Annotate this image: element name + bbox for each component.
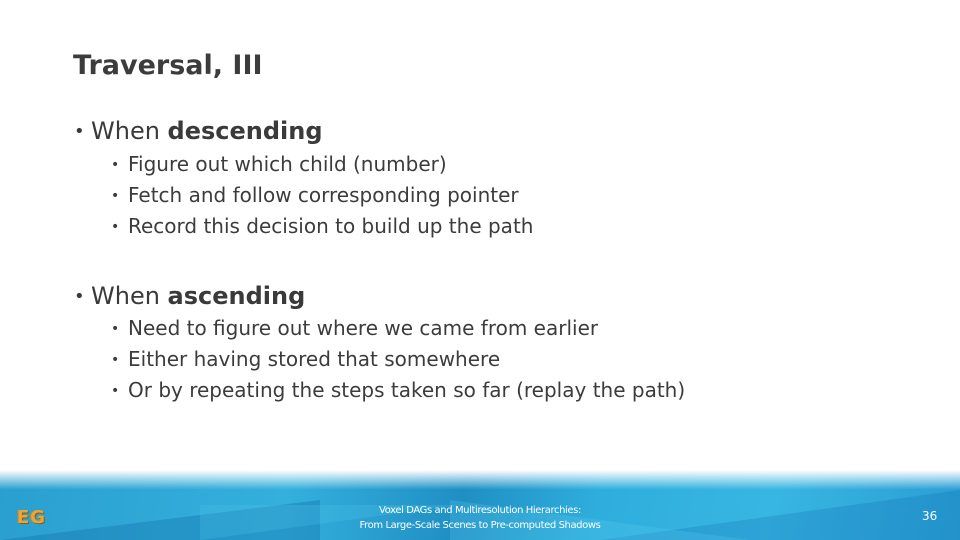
- bullet-icon: •: [111, 219, 120, 235]
- bullet-ascending: • When ascending: [73, 281, 305, 312]
- sub-bullet-text: Need to figure out where we came from ea…: [128, 316, 599, 340]
- bullet-icon: •: [74, 121, 85, 142]
- sub-bullet: • Figure out which child (number): [111, 151, 447, 178]
- footer-line-1: Voxel DAGs and Multiresolution Hierarchi…: [379, 505, 581, 516]
- sub-bullet-text: Fetch and follow corresponding pointer: [128, 183, 519, 207]
- bullet-emphasis: descending: [167, 117, 323, 145]
- footer-caption: Voxel DAGs and Multiresolution Hierarchi…: [330, 503, 630, 533]
- sub-bullet-text: Either having stored that somewhere: [128, 347, 501, 371]
- bullet-icon: •: [111, 188, 120, 204]
- sub-bullet-text: Figure out which child (number): [128, 152, 447, 176]
- bullet-lead: When: [91, 282, 168, 310]
- bullet-emphasis: ascending: [167, 282, 306, 310]
- bullet-icon: •: [111, 352, 120, 368]
- sub-bullet: • Fetch and follow corresponding pointer: [111, 182, 519, 209]
- sub-bullet: • Or by repeating the steps taken so far …: [111, 377, 685, 404]
- bullet-icon: •: [74, 286, 85, 307]
- bullet-icon: •: [111, 383, 120, 399]
- bullet-lead: When: [91, 117, 168, 145]
- bullet-descending: • When descending: [73, 116, 323, 147]
- sub-bullet: • Either having stored that somewhere: [111, 346, 500, 373]
- sub-bullet-text: Or by repeating the steps taken so far (…: [128, 378, 686, 402]
- sub-bullet: • Record this decision to build up the pa…: [111, 213, 533, 240]
- bullet-icon: •: [111, 157, 120, 173]
- sub-bullet-text: Record this decision to build up the pat…: [128, 214, 534, 238]
- footer-line-2: From Large-Scale Scenes to Pre-computed …: [359, 520, 601, 531]
- slide-title: Traversal, III: [73, 50, 263, 81]
- bullet-icon: •: [111, 321, 120, 337]
- eurographics-logo-icon: EG: [17, 507, 47, 528]
- sub-bullet: • Need to figure out where we came from e…: [111, 315, 598, 342]
- page-number: 36: [922, 509, 938, 523]
